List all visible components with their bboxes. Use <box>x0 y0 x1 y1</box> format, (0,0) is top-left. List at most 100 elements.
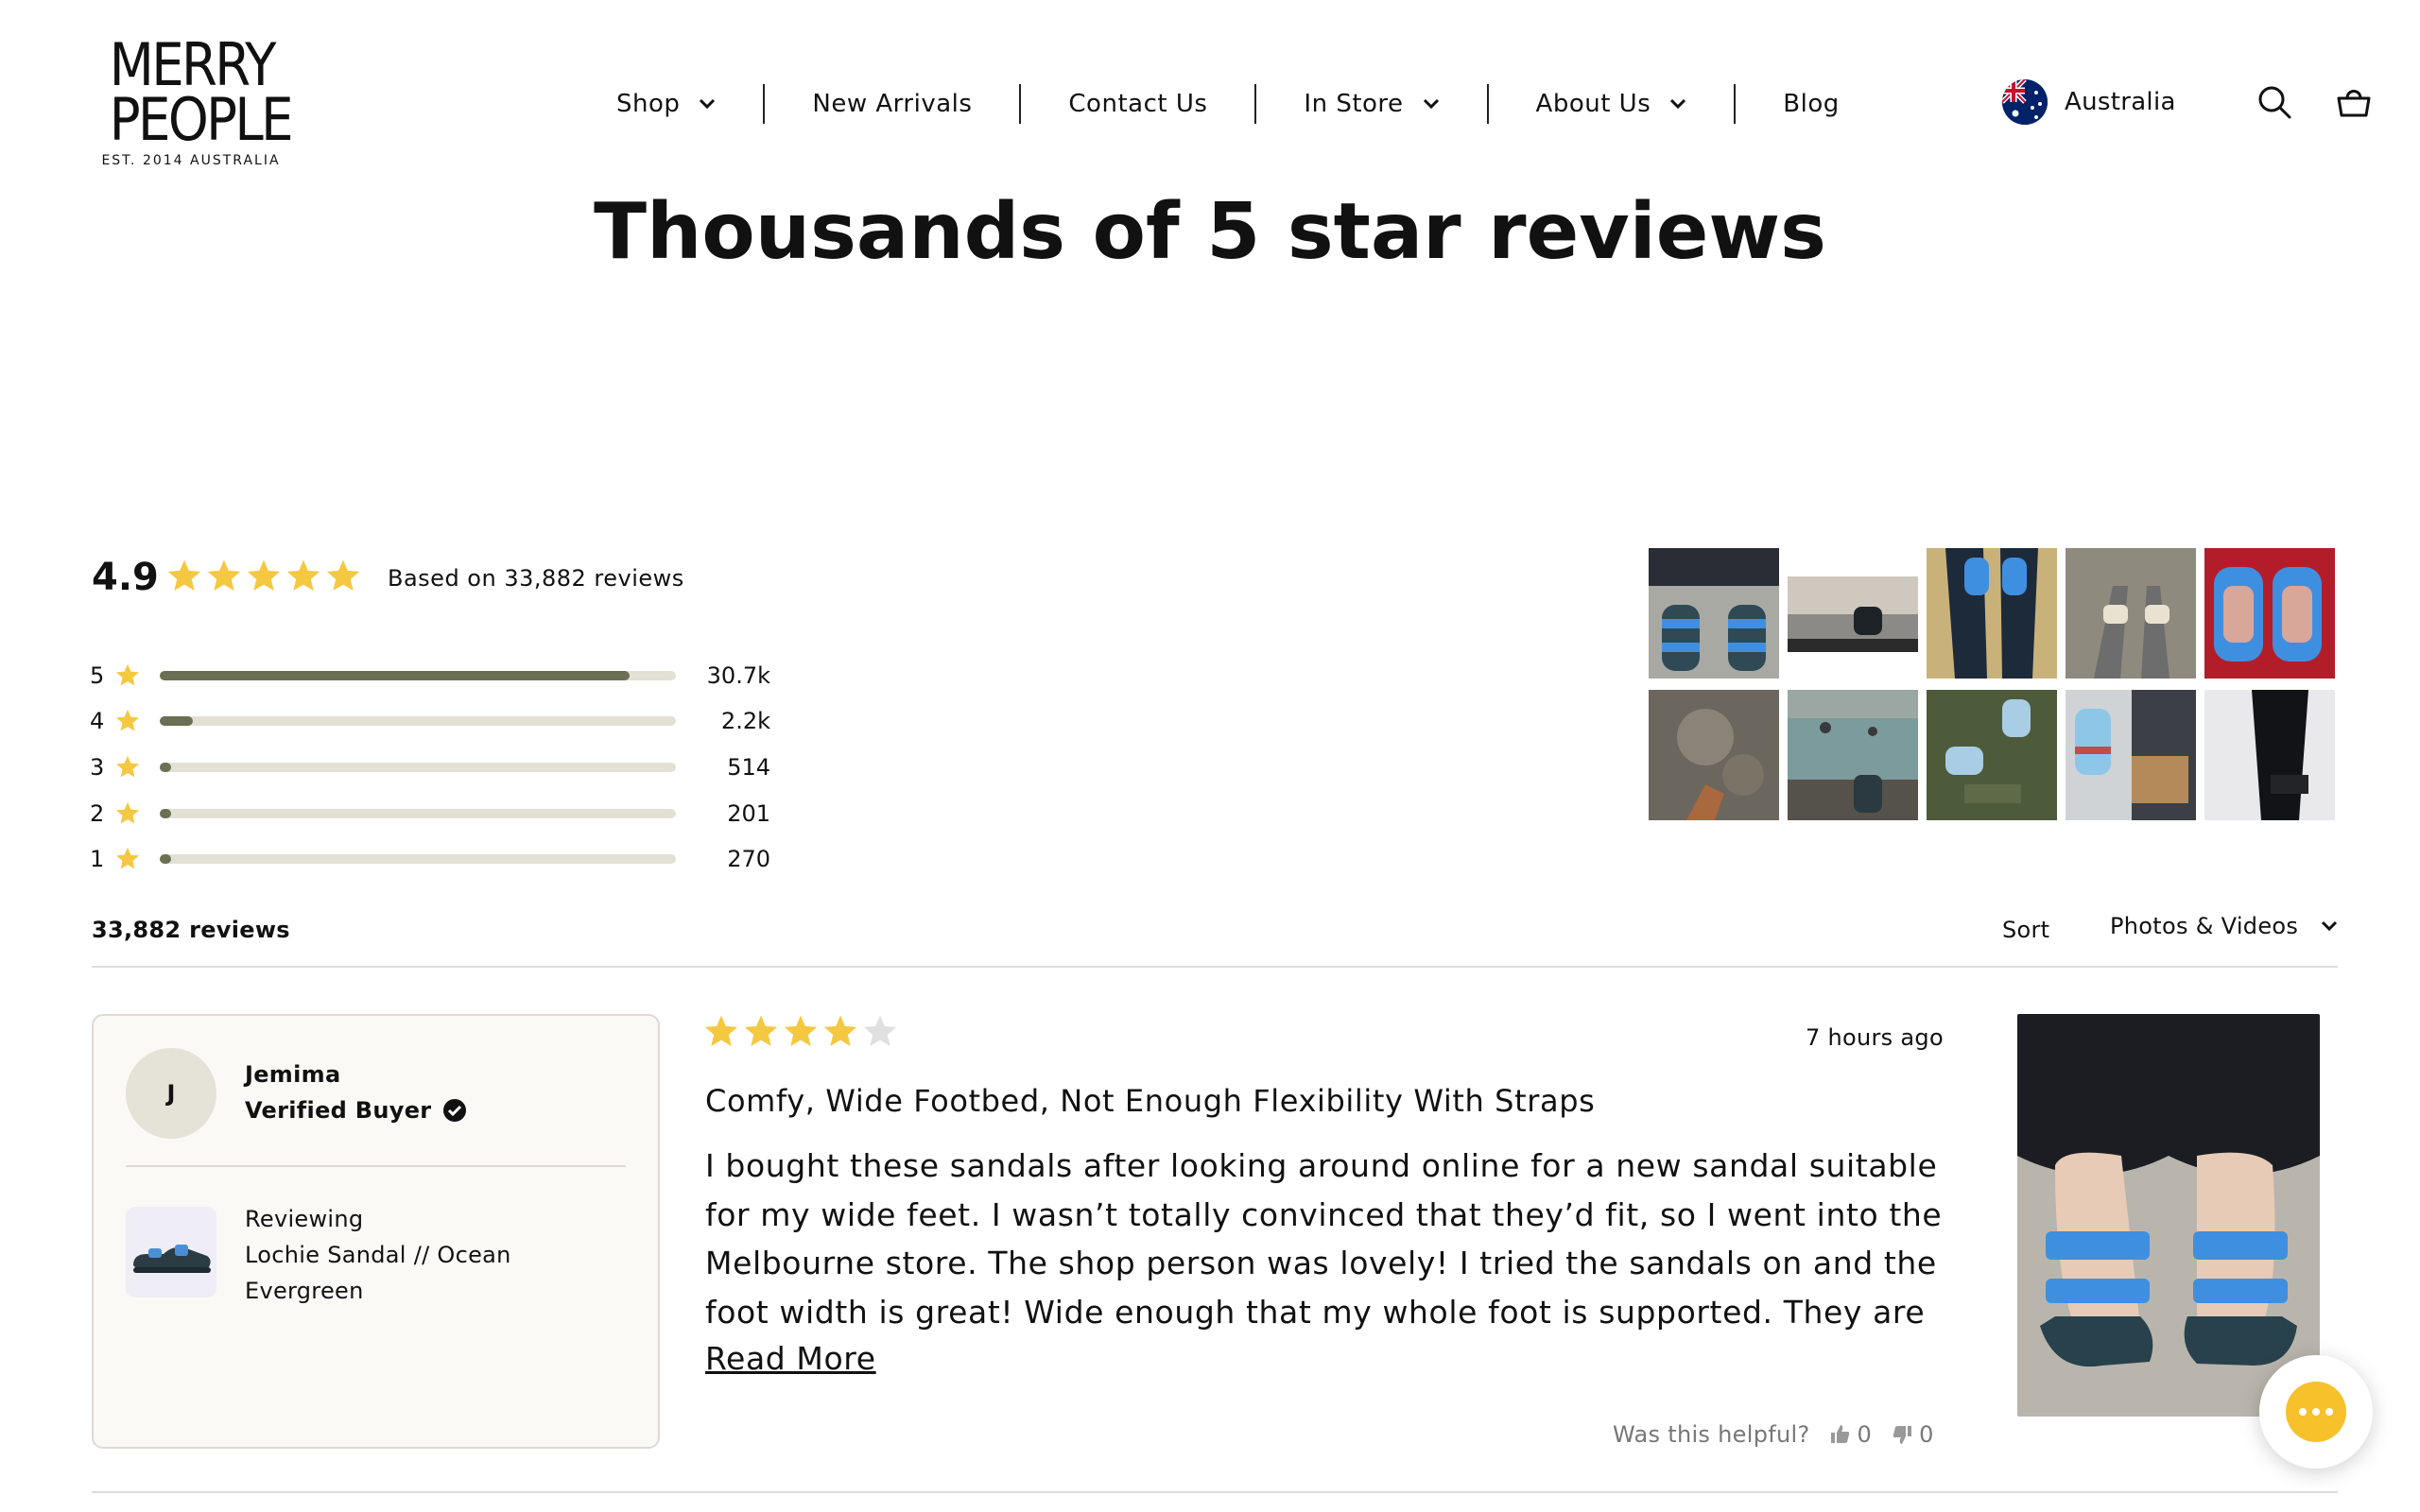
helpful-label: Was this helpful? <box>1613 1421 1810 1448</box>
product-thumbnail[interactable] <box>126 1207 216 1297</box>
histogram-fill <box>160 809 171 818</box>
star-icon <box>823 1015 857 1046</box>
star-icon <box>115 663 140 686</box>
nav-item-new-arrivals[interactable]: New Arrivals <box>765 83 1019 125</box>
star-icon <box>704 1015 738 1046</box>
gallery-photo[interactable] <box>2204 690 2335 820</box>
chat-icon <box>2286 1382 2346 1442</box>
star-empty-icon <box>863 1015 897 1046</box>
histogram-star-label: 1 <box>90 846 105 872</box>
star-icon <box>115 709 140 731</box>
star-icon <box>167 559 201 591</box>
histogram-track <box>160 809 676 818</box>
based-on-count: Based on 33,882 reviews <box>388 565 684 592</box>
nav-item-shop[interactable]: Shop <box>616 83 763 125</box>
nav-item-blog[interactable]: Blog <box>1736 83 1886 125</box>
star-icon <box>784 1015 818 1046</box>
histogram-count: 30.7k <box>706 662 770 689</box>
histogram-row[interactable]: 2 201 <box>90 799 770 828</box>
reviewing-label: Reviewing <box>245 1206 364 1232</box>
gallery-photo[interactable] <box>1649 690 1779 820</box>
chat-dot <box>2312 1408 2320 1416</box>
verified-buyer-badge: Verified Buyer <box>245 1097 467 1124</box>
avatar: J <box>126 1048 216 1139</box>
author-name: Jemima <box>245 1061 341 1088</box>
gallery-photo[interactable] <box>2066 548 2196 679</box>
star-icon <box>115 755 140 778</box>
chat-button[interactable] <box>2259 1355 2373 1469</box>
nav-label: Contact Us <box>1068 90 1208 118</box>
sort-value: Photos & Videos <box>2110 913 2299 939</box>
sort-label: Sort <box>2002 917 2050 943</box>
histogram-row[interactable]: 1 270 <box>90 845 770 873</box>
nav-label: About Us <box>1535 90 1651 118</box>
nav-item-about-us[interactable]: About Us <box>1489 83 1735 125</box>
region-selector[interactable]: Australia <box>2002 79 2176 125</box>
histogram-track <box>160 671 676 680</box>
review-body: I bought these sandals after looking aro… <box>705 1147 1943 1331</box>
review-photo[interactable] <box>2017 1014 2320 1417</box>
histogram-star-label: 5 <box>90 662 105 689</box>
gallery-photo[interactable] <box>1649 548 1779 679</box>
histogram-row[interactable]: 3 514 <box>90 753 770 782</box>
chevron-down-icon <box>700 98 716 110</box>
logo-tagline: EST. 2014 AUSTRALIA <box>101 153 281 168</box>
verified-label: Verified Buyer <box>245 1097 432 1124</box>
card-divider <box>126 1165 626 1167</box>
nav-item-in-store[interactable]: In Store <box>1256 83 1486 125</box>
gallery-photo[interactable] <box>2204 548 2335 679</box>
histogram-count: 201 <box>727 800 770 827</box>
brand-logo[interactable]: MERRY PEOPLE EST. 2014 AUSTRALIA <box>98 36 294 172</box>
histogram-fill <box>160 716 194 726</box>
histogram-star-label: 2 <box>90 800 105 827</box>
chat-dot <box>2299 1408 2307 1416</box>
thumbs-up-icon[interactable] <box>1829 1423 1852 1446</box>
review-photo-gallery <box>1649 548 2335 820</box>
nav-item-contact-us[interactable]: Contact Us <box>1021 83 1254 125</box>
read-more-link[interactable]: Read More <box>705 1340 876 1377</box>
star-icon <box>247 559 281 591</box>
thumbs-down-icon[interactable] <box>1891 1423 1913 1446</box>
histogram-fill <box>160 671 630 680</box>
divider <box>92 966 2338 968</box>
histogram-star-label: 4 <box>90 708 105 734</box>
star-icon <box>207 559 241 591</box>
nav-label: Shop <box>616 90 681 118</box>
australia-flag-icon <box>2002 79 2048 125</box>
product-name-link[interactable]: Lochie Sandal // Ocean Evergreen <box>245 1237 604 1309</box>
region-label: Australia <box>2065 88 2176 116</box>
star-icon <box>115 847 140 869</box>
review-rating-stars <box>701 1013 900 1051</box>
review-timestamp: 7 hours ago <box>1806 1024 1944 1051</box>
helpful-yes-count: 0 <box>1857 1421 1873 1448</box>
histogram-count: 514 <box>727 754 770 781</box>
star-icon <box>286 559 320 591</box>
nav-label: Blog <box>1783 90 1840 118</box>
sort-dropdown[interactable]: Photos & Videos <box>2110 913 2338 939</box>
page-title: Thousands of 5 star reviews <box>594 187 1826 277</box>
chevron-down-icon <box>1423 98 1439 110</box>
histogram-row[interactable]: 5 30.7k <box>90 662 770 690</box>
gallery-photo[interactable] <box>1788 548 1918 679</box>
histogram-track <box>160 716 676 726</box>
star-icon <box>115 801 140 824</box>
histogram-count: 2.2k <box>720 708 770 734</box>
verified-check-icon <box>443 1099 467 1122</box>
gallery-photo[interactable] <box>1927 548 2057 679</box>
star-icon <box>326 559 360 591</box>
cart-basket-icon[interactable] <box>2335 83 2373 121</box>
helpful-votes: Was this helpful? 0 0 <box>1613 1421 1934 1448</box>
main-nav: Shop New Arrivals Contact Us In Store Ab… <box>616 83 1887 125</box>
reviews-total: 33,882 reviews <box>92 917 290 943</box>
gallery-photo[interactable] <box>2066 690 2196 820</box>
gallery-photo[interactable] <box>1788 690 1918 820</box>
reviewing-info: Reviewing Lochie Sandal // Ocean Evergre… <box>245 1201 604 1309</box>
average-rating: 4.9 <box>92 556 159 599</box>
search-icon[interactable] <box>2256 83 2293 121</box>
review-title: Comfy, Wide Footbed, Not Enough Flexibil… <box>705 1083 1596 1119</box>
chat-dot <box>2325 1408 2333 1416</box>
histogram-row[interactable]: 4 2.2k <box>90 707 770 735</box>
gallery-photo[interactable] <box>1927 690 2057 820</box>
logo-line-2: PEOPLE <box>109 85 294 154</box>
histogram-fill <box>160 763 171 772</box>
